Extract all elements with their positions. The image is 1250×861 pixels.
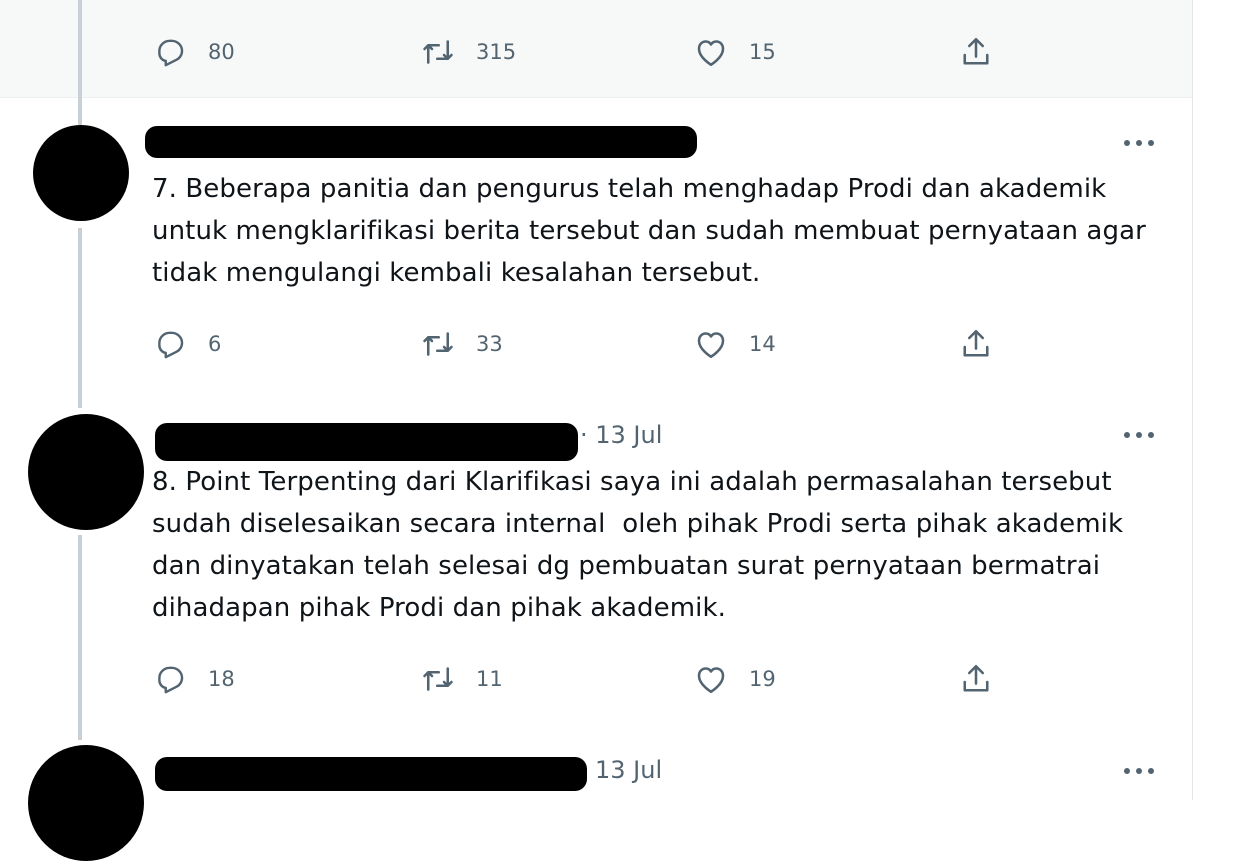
like-button[interactable]: 19 xyxy=(693,659,776,699)
like-button[interactable]: 14 xyxy=(693,324,776,364)
like-icon xyxy=(693,34,729,70)
tweet-actions: 18 11 19 xyxy=(152,659,1052,699)
like-button[interactable]: 15 xyxy=(693,32,776,72)
reply-button[interactable]: 6 xyxy=(152,324,221,364)
retweet-count: 315 xyxy=(476,40,517,64)
thread-line xyxy=(78,97,82,125)
like-count: 15 xyxy=(749,40,776,64)
reply-count: 18 xyxy=(208,667,235,691)
retweet-icon xyxy=(420,326,456,362)
share-button[interactable] xyxy=(958,32,994,72)
avatar[interactable] xyxy=(28,414,144,530)
thread-line xyxy=(78,535,82,740)
share-button[interactable] xyxy=(958,659,994,699)
retweet-button[interactable]: 11 xyxy=(420,659,503,699)
tweet-actions: 6 33 14 xyxy=(152,324,1052,364)
share-icon xyxy=(958,326,994,362)
redacted-username xyxy=(145,126,697,158)
tweet-feed: 80 315 15 7. Beberapa panitia dan pengur… xyxy=(0,0,1193,861)
share-icon xyxy=(958,34,994,70)
avatar[interactable] xyxy=(33,125,129,221)
tweet-actions: 80 315 15 xyxy=(152,32,1052,72)
thread-line xyxy=(78,228,82,408)
reply-count: 80 xyxy=(208,40,235,64)
retweet-icon xyxy=(420,661,456,697)
redacted-username xyxy=(155,757,587,791)
reply-icon xyxy=(152,326,188,362)
tweet-text: 8. Point Terpenting dari Klarifikasi say… xyxy=(152,467,1124,623)
tweet-date[interactable]: · 13 Jul xyxy=(580,421,662,449)
reply-button[interactable]: 18 xyxy=(152,659,235,699)
retweet-button[interactable]: 315 xyxy=(420,32,516,72)
thread-line xyxy=(78,0,82,97)
redacted-username xyxy=(155,423,578,461)
more-options-icon xyxy=(1124,432,1154,438)
more-options-button[interactable] xyxy=(1121,764,1157,778)
like-count: 14 xyxy=(749,332,776,356)
like-count: 19 xyxy=(749,667,776,691)
tweet-card-highlighted[interactable]: 80 315 15 xyxy=(0,0,1192,98)
avatar[interactable] xyxy=(28,745,144,861)
retweet-count: 11 xyxy=(476,667,503,691)
like-icon xyxy=(693,661,729,697)
tweet-date[interactable]: 13 Jul xyxy=(595,756,662,784)
more-options-icon xyxy=(1124,140,1154,146)
more-options-button[interactable] xyxy=(1121,428,1157,442)
more-options-button[interactable] xyxy=(1121,136,1157,150)
more-options-icon xyxy=(1124,768,1154,774)
tweet-text: 7. Beberapa panitia dan pengurus telah m… xyxy=(152,174,1146,288)
retweet-count: 33 xyxy=(476,332,503,356)
retweet-icon xyxy=(420,34,456,70)
share-icon xyxy=(958,661,994,697)
reply-button[interactable]: 80 xyxy=(152,32,235,72)
reply-icon xyxy=(152,661,188,697)
like-icon xyxy=(693,326,729,362)
reply-icon xyxy=(152,34,188,70)
retweet-button[interactable]: 33 xyxy=(420,324,503,364)
share-button[interactable] xyxy=(958,324,994,364)
reply-count: 6 xyxy=(208,332,222,356)
